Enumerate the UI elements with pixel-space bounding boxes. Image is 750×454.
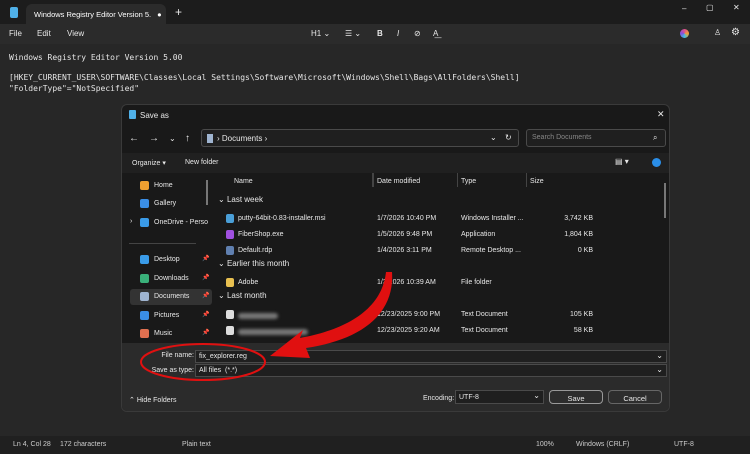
red-arrow (270, 272, 393, 358)
annotation-overlay (140, 272, 393, 381)
red-highlight-ellipse (140, 343, 266, 381)
